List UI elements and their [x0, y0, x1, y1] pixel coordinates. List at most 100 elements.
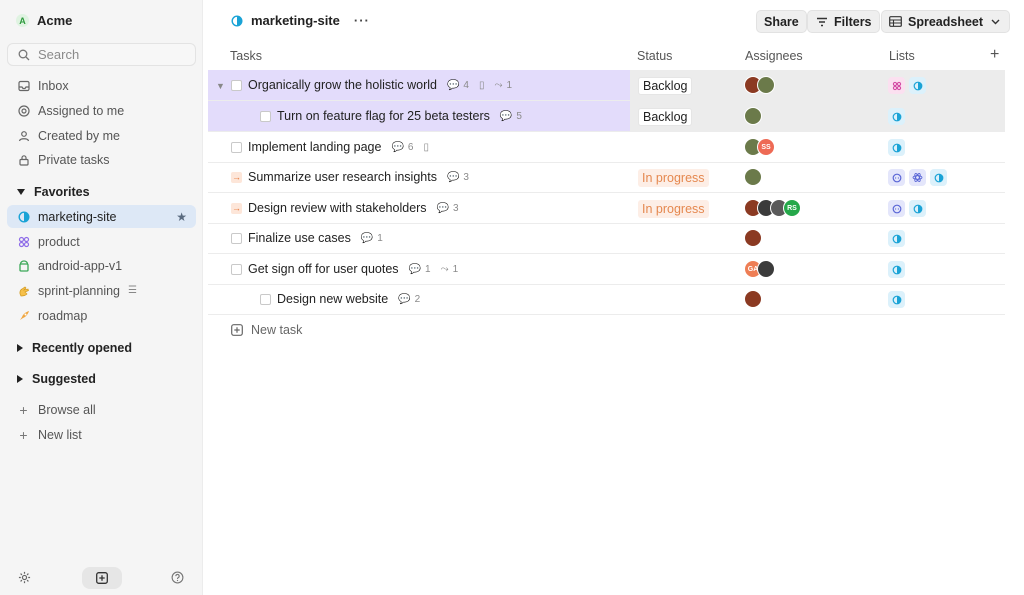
task-name[interactable]: Finalize use cases — [248, 231, 351, 245]
assignee-avatars[interactable]: GA — [744, 260, 775, 278]
recently-opened-toggle[interactable]: Recently opened — [17, 341, 132, 355]
list-badges[interactable] — [888, 77, 926, 94]
comment-icon: 💬 — [360, 232, 374, 244]
target-icon — [17, 104, 30, 117]
assignee-avatars[interactable] — [744, 290, 762, 308]
breadcrumb: marketing-site ··· — [230, 13, 370, 28]
table-row[interactable]: Turn on feature flag for 25 beta testers… — [208, 101, 1005, 132]
chevron-down-icon[interactable]: ▼ — [216, 81, 225, 91]
task-checkbox[interactable] — [231, 232, 242, 244]
task-checkbox[interactable] — [260, 110, 271, 122]
task-name[interactable]: Get sign off for user quotes — [248, 262, 399, 276]
avatar — [744, 168, 762, 186]
list-badges[interactable] — [888, 291, 905, 308]
comment-count: 💬 1 — [409, 264, 431, 275]
table-row[interactable]: Implement landing page 💬 6 ▯ SS — [208, 132, 1005, 163]
workspace-switcher[interactable]: A Acme — [16, 13, 72, 28]
task-name[interactable]: Design new website — [277, 292, 388, 306]
favorite-label: android-app-v1 — [38, 258, 123, 273]
assignee-avatars[interactable]: SS — [744, 138, 775, 156]
status-badge[interactable]: In progress — [638, 200, 709, 218]
task-checkbox[interactable] — [231, 79, 242, 91]
task-name[interactable]: Summarize user research insights — [248, 170, 437, 184]
task-checkbox[interactable] — [231, 141, 242, 153]
list-badges[interactable] — [888, 261, 905, 278]
nav-private-tasks[interactable]: Private tasks — [7, 148, 196, 171]
status-badge[interactable]: Backlog — [638, 77, 693, 95]
chat-icon — [888, 200, 905, 217]
new-task-button[interactable] — [82, 567, 122, 589]
list-badges[interactable] — [888, 230, 905, 247]
share-button[interactable]: Share — [756, 10, 807, 33]
table-row[interactable]: Get sign off for user quotes 💬 1 ⤳ 1 GA — [208, 254, 1005, 285]
table-row[interactable]: Finalize use cases 💬 1 — [208, 223, 1005, 254]
column-header-lists[interactable]: Lists — [889, 49, 915, 63]
star-icon[interactable]: ★ — [176, 210, 187, 224]
more-options-button[interactable]: ··· — [354, 13, 370, 28]
share-label: Share — [764, 14, 799, 29]
lock-icon — [17, 153, 30, 166]
table-row[interactable]: Design new website 💬 2 — [208, 284, 1005, 315]
add-column-button[interactable]: + — [990, 46, 999, 64]
android-icon — [17, 259, 30, 272]
search-input[interactable]: Search — [7, 43, 196, 66]
browse-all-button[interactable]: + Browse all — [7, 398, 196, 421]
status-badge[interactable]: In progress — [638, 169, 709, 187]
column-header-tasks[interactable]: Tasks — [230, 49, 262, 63]
task-name[interactable]: Turn on feature flag for 25 beta testers — [277, 109, 490, 123]
task-checkbox[interactable] — [260, 293, 271, 305]
help-icon[interactable] — [171, 571, 184, 584]
table-row[interactable]: → Summarize user research insights 💬 3 In… — [208, 162, 1005, 193]
view-switcher[interactable]: Spreadsheet — [881, 10, 1011, 33]
grid-icon — [888, 77, 905, 94]
filters-button[interactable]: Filters — [807, 10, 880, 33]
assignee-avatars[interactable] — [744, 168, 762, 186]
task-cell: → Design review with stakeholders 💬 3 — [231, 193, 459, 223]
gear-icon[interactable] — [18, 571, 31, 584]
page-title[interactable]: marketing-site — [251, 13, 340, 28]
favorite-android-app-v1[interactable]: android-app-v1 — [7, 254, 196, 277]
arrow-right-icon[interactable]: → — [231, 202, 242, 214]
nav-assigned-to-me[interactable]: Assigned to me — [7, 99, 196, 122]
task-checkbox[interactable] — [231, 263, 242, 275]
column-header-assignees[interactable]: Assignees — [745, 49, 803, 63]
list-badges[interactable] — [888, 139, 905, 156]
list-icon — [888, 108, 905, 125]
task-name[interactable]: Implement landing page — [248, 140, 381, 154]
task-name[interactable]: Organically grow the holistic world — [248, 78, 437, 92]
new-list-button[interactable]: + New list — [7, 423, 196, 446]
suggested-toggle[interactable]: Suggested — [17, 372, 96, 386]
favorite-sprint-planning[interactable]: sprint-planning ☰ — [7, 279, 196, 302]
nav-inbox[interactable]: Inbox — [7, 74, 196, 97]
task-name[interactable]: Design review with stakeholders — [248, 201, 427, 215]
favorite-label: product — [38, 234, 80, 249]
rocket-icon — [17, 309, 30, 322]
assignee-avatars[interactable] — [744, 107, 762, 125]
nav-label: Private tasks — [38, 152, 110, 167]
react-icon — [909, 169, 926, 186]
assignee-avatars[interactable]: RS — [744, 199, 801, 217]
task-cell: → Summarize user research insights 💬 3 — [231, 162, 469, 192]
column-header-status[interactable]: Status — [637, 49, 672, 63]
favorite-product[interactable]: product — [7, 230, 196, 253]
status-badge[interactable]: Backlog — [638, 108, 693, 126]
assignee-avatars[interactable] — [744, 76, 775, 94]
chevron-down-icon — [17, 189, 25, 195]
new-task-row[interactable]: New task — [230, 323, 302, 337]
list-badges[interactable] — [888, 108, 905, 125]
table-row[interactable]: → Design review with stakeholders 💬 3 In … — [208, 193, 1005, 224]
task-cell: Organically grow the holistic world 💬 4 ▯… — [231, 70, 512, 100]
favorites-toggle[interactable]: Favorites — [17, 185, 90, 199]
comment-icon: 💬 — [408, 263, 422, 275]
comment-count-value: 4 — [463, 79, 469, 91]
assignee-avatars[interactable] — [744, 229, 762, 247]
favorite-marketing-site[interactable]: marketing-site ★ — [7, 205, 196, 228]
chevron-right-icon — [17, 375, 23, 383]
table-row[interactable]: ▼ Organically grow the holistic world 💬 4… — [208, 70, 1005, 101]
list-icon — [888, 261, 905, 278]
list-badges[interactable] — [888, 169, 947, 186]
list-badges[interactable] — [888, 200, 926, 217]
arrow-right-icon[interactable]: → — [231, 171, 242, 183]
nav-created-by-me[interactable]: Created by me — [7, 124, 196, 147]
favorite-roadmap[interactable]: roadmap — [7, 304, 196, 327]
